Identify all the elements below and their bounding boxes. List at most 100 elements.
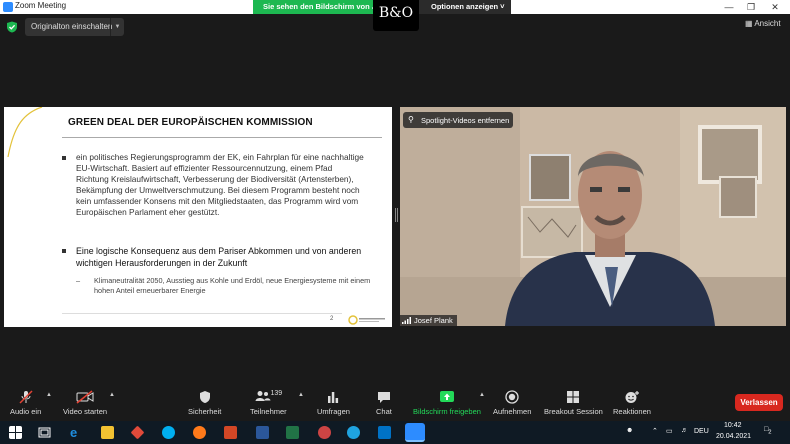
security-label: Sicherheit <box>188 407 222 416</box>
shield-icon <box>199 391 210 403</box>
slide-page-number: 2 <box>330 316 334 322</box>
language-indicator[interactable]: DEU <box>694 428 709 435</box>
participants-button[interactable]: 139 Teilnehmer <box>250 390 287 416</box>
breakout-rooms-icon <box>567 391 580 403</box>
slide-title-divider <box>62 137 382 138</box>
notification-center-icon[interactable]: □2 <box>764 426 771 435</box>
smiley-add-icon <box>625 391 639 403</box>
person-icon[interactable]: ☻ <box>626 427 633 434</box>
tray-chevron-icon[interactable]: ⌃ <box>652 427 658 435</box>
bullet-text: Eine logische Konsequenz aus dem Pariser… <box>76 246 362 268</box>
view-button[interactable]: ▦ Ansicht <box>745 19 781 28</box>
microphone-muted-icon <box>19 390 33 404</box>
record-label: Aufnehmen <box>493 407 532 416</box>
participants-icon-group: 139 <box>250 390 287 404</box>
camera-off-icon <box>76 390 94 404</box>
excel-icon[interactable] <box>286 426 299 439</box>
chat-bubble-icon <box>377 392 390 403</box>
breakout-rooms-label: Breakout Session <box>544 407 603 416</box>
share-screen-label: Bildschirm freigeben <box>413 407 481 416</box>
skype-icon[interactable] <box>162 426 175 439</box>
shield-check-icon[interactable] <box>6 21 18 33</box>
chat-button[interactable]: Chat <box>376 390 392 416</box>
view-label: Ansicht <box>754 19 781 28</box>
internet-explorer-icon[interactable]: e <box>70 426 83 439</box>
zoom-taskbar-icon[interactable] <box>405 423 425 442</box>
audio-label: Audio ein <box>10 407 42 416</box>
signal-strength-icon <box>402 317 411 324</box>
video-label: Video starten <box>63 407 108 416</box>
participants-count: 139 <box>270 390 283 397</box>
remove-spotlight-button[interactable]: ⚲ Spotlight-Videos entfernen <box>403 112 513 128</box>
audio-button[interactable]: Audio ein <box>10 390 41 416</box>
notification-count: 2 <box>768 429 772 436</box>
firefox-icon[interactable] <box>193 426 206 439</box>
participant-name: Josef Plank <box>414 316 453 325</box>
edge-icon[interactable] <box>347 426 360 439</box>
share-options-caret[interactable]: ▲ <box>479 392 485 398</box>
slide-title: GREEN DEAL DER EUROPÄISCHEN KOMMISSION <box>68 117 313 128</box>
app-diamond-icon[interactable] <box>130 425 145 440</box>
zoom-app-icon <box>3 2 13 12</box>
sub-bullet-text: Klimaneutralität 2050, Ausstieg aus Kohl… <box>94 276 371 295</box>
clock-time[interactable]: 10:42 <box>724 422 742 429</box>
view-options-button[interactable]: Optionen anzeigen ˅ <box>431 0 505 14</box>
bo-logo: B&O <box>373 0 419 31</box>
slide-logo <box>348 315 385 325</box>
bullet-marker <box>62 249 66 253</box>
app-palette-icon[interactable] <box>318 426 331 439</box>
participants-options-caret[interactable]: ▲ <box>298 392 304 398</box>
video-button[interactable]: Video starten <box>63 390 107 416</box>
participant-name-tag: Josef Plank <box>400 315 457 326</box>
security-button[interactable]: Sicherheit <box>188 390 221 416</box>
share-screen-icon <box>439 391 454 402</box>
chevron-down-icon[interactable]: ▼ <box>110 18 124 36</box>
network-icon[interactable]: ▭ <box>666 427 673 435</box>
volume-icon[interactable]: ♬ <box>681 427 688 434</box>
participant-video <box>400 107 786 326</box>
powerpoint-icon[interactable] <box>224 426 237 439</box>
slide-decoration-arc <box>7 107 43 157</box>
minimize-icon[interactable]: — <box>718 0 740 14</box>
bo-logo-text: B&O <box>378 5 414 21</box>
video-options-caret[interactable]: ▲ <box>109 392 115 398</box>
record-icon <box>505 390 519 404</box>
leave-label: Verlassen <box>740 398 778 407</box>
reactions-label: Reaktionen <box>613 407 651 416</box>
close-icon[interactable]: ✕ <box>764 0 786 14</box>
pin-icon: ⚲ <box>408 115 414 124</box>
file-explorer-icon[interactable] <box>101 426 114 439</box>
polls-label: Umfragen <box>317 407 350 416</box>
bullet-marker <box>62 156 66 160</box>
slide-footer-divider <box>62 313 342 314</box>
grid-icon: ▦ <box>745 19 753 28</box>
split-view-handle[interactable] <box>395 208 398 222</box>
windows-start-icon[interactable] <box>9 426 22 439</box>
breakout-rooms-button[interactable]: Breakout Session <box>544 390 603 416</box>
sub-bullet-marker: – <box>76 276 81 285</box>
original-sound-label: Originalton einschalten <box>31 22 113 31</box>
clock-date[interactable]: 20.04.2021 <box>716 433 751 440</box>
remove-spotlight-label: Spotlight-Videos entfernen <box>421 116 510 125</box>
view-options-label: Optionen anzeigen <box>431 2 499 11</box>
audio-options-caret[interactable]: ▲ <box>46 392 52 398</box>
share-screen-button[interactable]: Bildschirm freigeben <box>413 390 481 416</box>
windows-taskbar: e ☻ ⌃ ▭ ♬ DEU 10:42 20.04.2021 □2 <box>0 421 790 444</box>
window-title: Zoom Meeting <box>15 1 67 10</box>
original-sound-button[interactable]: Originalton einschalten ▼ <box>25 18 124 36</box>
leave-meeting-button[interactable]: Verlassen <box>735 394 783 411</box>
restore-icon[interactable]: ❐ <box>740 0 762 14</box>
task-view-icon[interactable] <box>38 426 51 439</box>
record-button[interactable]: Aufnehmen <box>493 390 531 416</box>
poll-chart-icon <box>328 392 339 403</box>
shared-screen-slide: GREEN DEAL DER EUROPÄISCHEN KOMMISSION e… <box>4 107 392 327</box>
participants-label: Teilnehmer <box>250 407 287 416</box>
chat-label: Chat <box>376 407 392 416</box>
share-status-text: Sie sehen den Bildschirm von Jo <box>253 0 373 14</box>
word-icon[interactable] <box>256 426 269 439</box>
reactions-button[interactable]: Reaktionen <box>613 390 651 416</box>
outlook-icon[interactable] <box>378 426 391 439</box>
polls-button[interactable]: Umfragen <box>317 390 350 416</box>
bullet-text: ein politisches Regierungsprogramm der E… <box>76 152 364 217</box>
participants-icon <box>255 391 270 401</box>
